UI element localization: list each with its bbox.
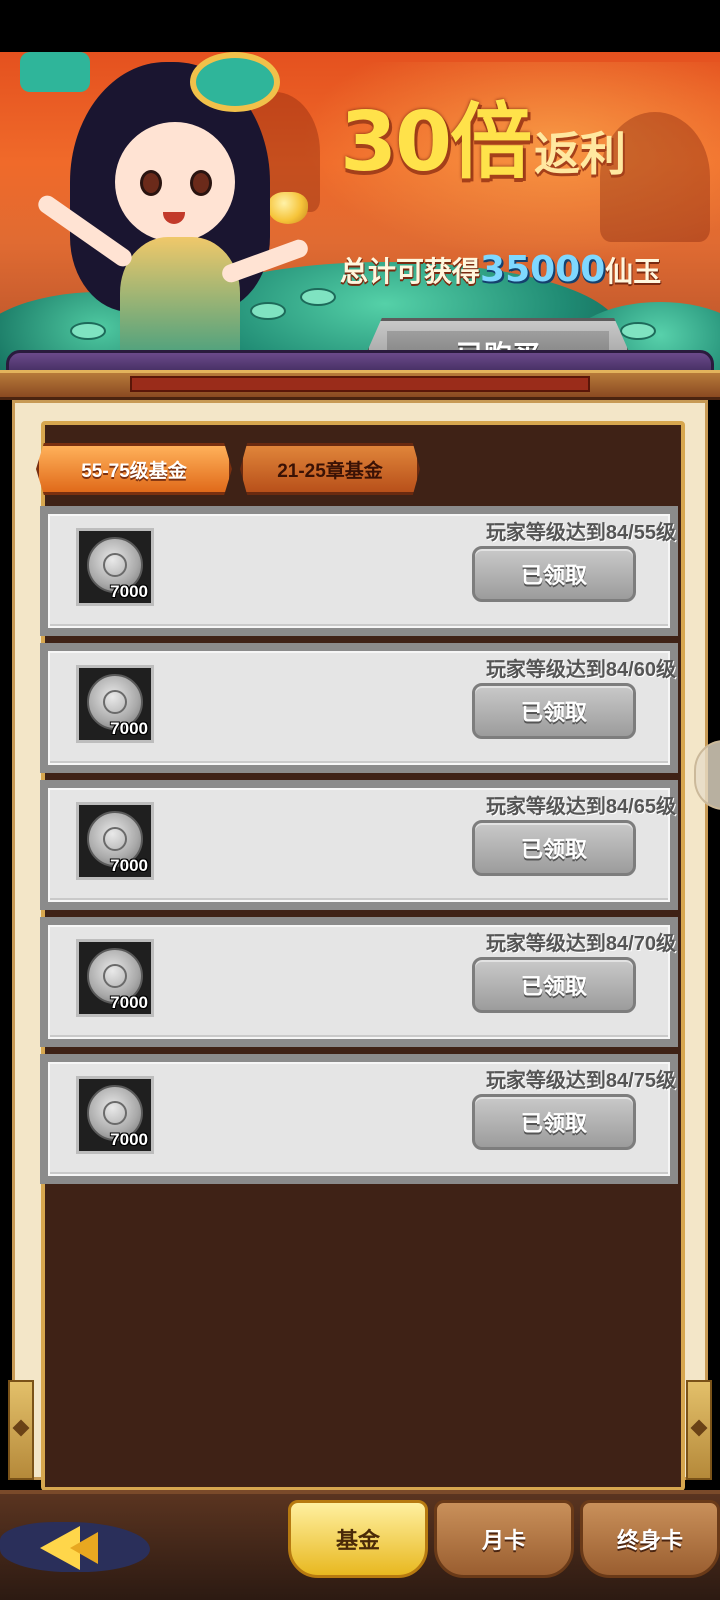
jade-coin-icon[interactable]: 7000	[76, 1076, 154, 1154]
claimed-button[interactable]: 已领取	[472, 1094, 636, 1150]
promo-rebate-label: 返利	[534, 127, 627, 181]
nav-tab-lifetime-card[interactable]: 终身卡	[580, 1500, 720, 1578]
jade-coin-icon[interactable]: 7000	[76, 528, 154, 606]
promo-total-prefix: 总计可获得	[340, 255, 481, 288]
frame-pillar	[8, 1380, 34, 1480]
item-quantity: 7000	[110, 719, 148, 738]
level-requirement: 玩家等级达到84/75级	[485, 1070, 676, 1092]
frame-red-panel	[130, 376, 590, 392]
nav-tab-fund[interactable]: 基金	[288, 1500, 428, 1578]
jade-coin-icon[interactable]: 7000	[76, 665, 154, 743]
level-requirement: 玩家等级达到84/55级	[485, 522, 676, 544]
status-bar	[0, 0, 720, 52]
claimed-button-label: 已领取	[520, 563, 587, 588]
tab-21-25-fund[interactable]: 21-25章基金	[240, 443, 420, 495]
coin-glyph	[103, 553, 127, 577]
coin-glyph	[103, 964, 127, 988]
promo-banner: 30倍 返利 总计可获得35000仙玉 已购买	[0, 52, 720, 370]
back-button[interactable]	[0, 1508, 170, 1588]
jade-coin-icon[interactable]: 7000	[76, 802, 154, 880]
character-eye	[140, 170, 162, 196]
promo-total-suffix: 仙玉	[605, 255, 662, 288]
promo-multiplier: 30倍	[340, 95, 532, 190]
item-quantity: 7000	[110, 582, 148, 601]
jade-coin	[620, 322, 656, 340]
frame-pillar	[686, 1380, 712, 1480]
claimed-button[interactable]: 已领取	[472, 820, 636, 876]
character-headpiece	[20, 52, 90, 92]
claimed-button-label: 已领取	[520, 700, 587, 725]
reward-row: 7000 玩家等级达到84/75级 已领取	[40, 1054, 678, 1184]
character-face	[115, 122, 235, 242]
level-requirement: 玩家等级达到84/65级	[485, 796, 676, 818]
item-quantity: 7000	[110, 993, 148, 1012]
promo-total-line: 总计可获得35000仙玉	[340, 249, 700, 290]
character-illustration	[20, 52, 311, 370]
character-headpiece	[190, 52, 280, 112]
item-quantity: 7000	[110, 856, 148, 875]
back-arrow-icon	[70, 1532, 98, 1564]
nav-tab-monthly-card[interactable]: 月卡	[434, 1500, 574, 1578]
pillar-ornament	[12, 1419, 30, 1437]
item-quantity: 7000	[110, 1130, 148, 1149]
reward-row: 7000 玩家等级达到84/55级 已领取	[40, 506, 678, 636]
claimed-button[interactable]: 已领取	[472, 683, 636, 739]
claimed-button[interactable]: 已领取	[472, 546, 636, 602]
coin-glyph	[103, 1101, 127, 1125]
character-eye	[190, 170, 212, 196]
level-requirement: 玩家等级达到84/70级	[485, 933, 676, 955]
reward-row: 7000 玩家等级达到84/70级 已领取	[40, 917, 678, 1047]
promo-title: 30倍 返利	[340, 102, 680, 184]
pillar-ornament	[690, 1419, 708, 1437]
jade-coin	[300, 288, 336, 306]
claimed-button[interactable]: 已领取	[472, 957, 636, 1013]
level-requirement: 玩家等级达到84/60级	[485, 659, 676, 681]
claimed-button-label: 已领取	[520, 1111, 587, 1136]
claimed-button-label: 已领取	[520, 974, 587, 999]
coin-glyph	[103, 827, 127, 851]
claimed-button-label: 已领取	[520, 837, 587, 862]
coin-glyph	[103, 690, 127, 714]
reward-row: 7000 玩家等级达到84/60级 已领取	[40, 643, 678, 773]
jade-coin-icon[interactable]: 7000	[76, 939, 154, 1017]
promo-total-amount: 35000	[480, 249, 606, 290]
tab-55-75-fund[interactable]: 55-75级基金	[36, 443, 232, 495]
reward-row: 7000 玩家等级达到84/65级 已领取	[40, 780, 678, 910]
